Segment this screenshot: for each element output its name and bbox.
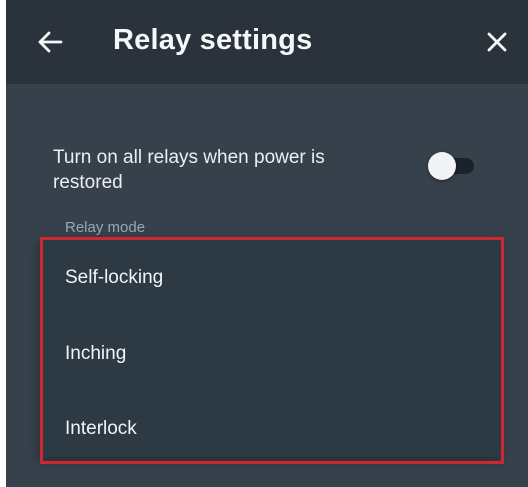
relay-mode-option-interlock[interactable]: Interlock [40,399,500,459]
app-header: Relay settings [6,0,528,84]
close-button[interactable] [477,22,517,62]
option-label: Interlock [65,418,137,439]
close-icon [487,32,507,52]
relay-mode-dropdown-menu: Self-locking Inching Interlock [40,237,500,457]
option-label: Self-locking [65,267,164,288]
relay-mode-label: Relay mode [65,219,146,236]
back-button[interactable] [30,22,70,62]
option-label: Inching [65,343,127,364]
relay-mode-option-inching[interactable]: Inching [40,324,500,384]
toggle-thumb [428,152,456,180]
relay-settings-screen: Relay settings Turn on all relays when p… [6,0,528,487]
arrow-left-icon [38,31,63,53]
power-restore-label: Turn on all relays when power is restore… [53,147,325,193]
relay-mode-option-self-locking[interactable]: Self-locking [40,248,500,308]
power-restore-toggle[interactable] [426,152,476,180]
page-title: Relay settings [113,24,313,56]
